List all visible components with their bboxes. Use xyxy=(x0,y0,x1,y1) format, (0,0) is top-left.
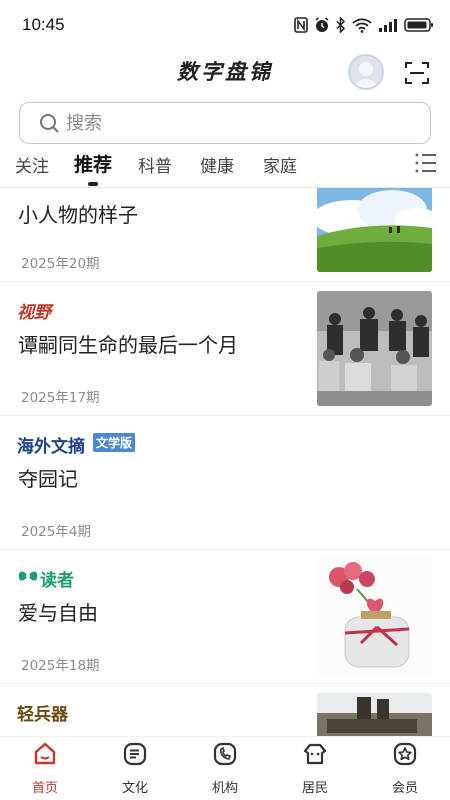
search-icon xyxy=(38,112,60,134)
tab-recommended[interactable]: 推荐 xyxy=(74,150,112,177)
nav-item-institution[interactable]: 机构 xyxy=(180,737,270,800)
article-brand: 轻兵器 xyxy=(17,705,68,725)
alarm-icon xyxy=(314,17,330,33)
article-title: 夺园记 xyxy=(18,467,78,491)
nav-label: 居民 xyxy=(301,781,328,796)
bottom-nav: 首页 文化 机构 居民 会员 xyxy=(0,736,450,800)
article-issue: 2025年4期 xyxy=(21,524,91,540)
article-issue: 2025年17期 xyxy=(21,390,100,406)
status-time: 10:45 xyxy=(22,15,65,34)
historical-photo-image xyxy=(317,291,432,406)
nav-item-member[interactable]: 会员 xyxy=(360,737,450,800)
tab-follow[interactable]: 关注 xyxy=(15,152,49,177)
wifi-icon xyxy=(352,17,372,33)
military-photo-image xyxy=(317,693,432,736)
avatar[interactable] xyxy=(348,54,384,90)
nav-item-home[interactable]: 首页 xyxy=(0,737,90,800)
reader-logo-icon xyxy=(17,568,39,588)
landscape-hill-image xyxy=(317,188,432,272)
article-brand: 视野 xyxy=(17,303,51,323)
nav-label: 首页 xyxy=(31,781,58,796)
tab-health[interactable]: 健康 xyxy=(200,152,234,177)
nav-item-culture[interactable]: 文化 xyxy=(90,737,180,800)
category-tabs: 关注 推荐 科普 健康 家庭 xyxy=(0,148,450,188)
list-item[interactable]: 视野 谭嗣同生命的最后一个月 2025年17期 xyxy=(0,282,450,416)
institution-icon xyxy=(213,742,237,766)
residents-icon xyxy=(303,743,327,765)
list-item[interactable]: 海外文摘 文学版 夺园记 2025年4期 xyxy=(0,416,450,550)
status-bar: 10:45 xyxy=(0,0,450,50)
app-header: 数字盘锦 xyxy=(0,50,450,96)
scan-button[interactable] xyxy=(404,60,430,86)
nfc-icon xyxy=(294,17,308,33)
nav-label: 会员 xyxy=(391,781,418,796)
nav-label: 文化 xyxy=(121,781,148,796)
battery-icon xyxy=(404,17,434,33)
article-list: 小人物的样子 2025年20期 视野 谭嗣同生命的最后一个月 2025年17期 xyxy=(0,188,450,736)
tab-science[interactable]: 科普 xyxy=(138,152,172,177)
status-icons xyxy=(294,17,434,33)
flower-jar-image xyxy=(317,559,432,674)
tab-family[interactable]: 家庭 xyxy=(263,152,297,177)
list-item[interactable]: 轻兵器 xyxy=(0,684,450,736)
member-icon xyxy=(393,742,417,766)
nav-item-residents[interactable]: 居民 xyxy=(270,737,360,800)
culture-icon xyxy=(123,742,147,766)
list-item[interactable]: 小人物的样子 2025年20期 xyxy=(0,188,450,282)
signal-icon xyxy=(378,18,398,32)
search-input[interactable] xyxy=(66,112,396,134)
article-issue: 2025年18期 xyxy=(21,658,100,674)
article-title: 谭嗣同生命的最后一个月 xyxy=(18,333,238,357)
article-brand-badge: 文学版 xyxy=(93,433,136,452)
bluetooth-icon xyxy=(336,17,346,33)
article-brand: 读者 xyxy=(40,571,74,591)
scan-icon xyxy=(405,62,429,84)
article-title: 爱与自由 xyxy=(18,601,98,625)
home-icon xyxy=(34,742,56,765)
active-tab-indicator xyxy=(88,182,98,186)
article-brand: 海外文摘 xyxy=(17,437,85,457)
search-bar[interactable] xyxy=(19,102,431,144)
article-title: 小人物的样子 xyxy=(18,203,138,227)
nav-label: 机构 xyxy=(211,781,238,796)
menu-icon[interactable] xyxy=(414,152,438,174)
article-issue: 2025年20期 xyxy=(21,256,100,272)
list-item[interactable]: 读者 爱与自由 2025年18期 xyxy=(0,550,450,684)
